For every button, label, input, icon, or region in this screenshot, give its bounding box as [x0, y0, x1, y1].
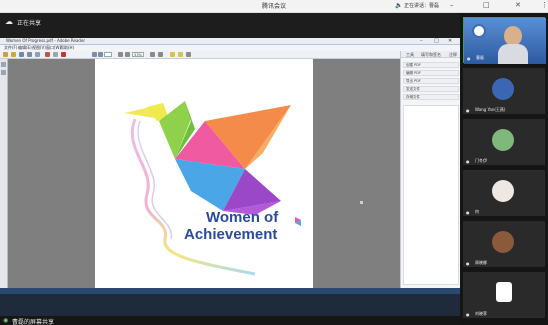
ribbon-shape-2: [137, 120, 172, 240]
share-status-label[interactable]: 正在共享: [17, 18, 41, 27]
mic-icon: ●: [466, 210, 470, 215]
comment-icon[interactable]: [178, 52, 183, 57]
participant-tile[interactable]: ● 曹磊: [463, 17, 546, 64]
participant-name: Wang Yan(王燕): [475, 107, 506, 112]
app-title: 腾讯会议: [261, 3, 286, 10]
status-text: 曹磊的屏幕共享: [12, 319, 55, 325]
zoom-field[interactable]: 53%: [132, 52, 144, 57]
prev-page-icon[interactable]: [92, 52, 97, 57]
reader-titlebar: Women Of Progress.pdf - Adobe Reader – □…: [0, 38, 460, 45]
mic-icon: ●: [466, 261, 470, 266]
women-of-achievement-logo: [124, 101, 301, 276]
sign-icon[interactable]: [61, 52, 66, 57]
panel-edit-pdf[interactable]: 编辑 PDF: [403, 70, 459, 76]
reader-toolbar: 53%: [0, 51, 400, 59]
print-icon[interactable]: [27, 52, 32, 57]
page-number-field[interactable]: [104, 52, 112, 57]
highlight-icon[interactable]: [170, 52, 175, 57]
mouse-cursor: [360, 201, 363, 204]
reader-minimize-icon[interactable]: –: [420, 38, 423, 44]
next-page-icon[interactable]: [98, 52, 103, 57]
speaker-icon: 🔈: [395, 2, 403, 9]
mic-icon: ●: [467, 56, 471, 61]
doc-title-line1: Women of: [206, 209, 279, 226]
document-pane[interactable]: Women of Achievement: [9, 59, 400, 288]
app-titlebar: 腾讯会议 🔈 正在讲话：曹磊 – □ ✕ ⋮: [0, 0, 548, 13]
reader-close-icon[interactable]: ✕: [448, 38, 452, 44]
minimize-icon[interactable]: –: [450, 1, 454, 9]
create-pdf-icon[interactable]: [45, 52, 50, 57]
participant-name: 门冬伊: [475, 158, 487, 163]
tools-tabs: 工具 填写和签名 注释: [401, 51, 461, 58]
fit-page-icon[interactable]: [150, 52, 155, 57]
close-icon[interactable]: ✕: [515, 1, 521, 9]
email-icon[interactable]: [35, 52, 40, 57]
maximize-icon[interactable]: □: [483, 1, 490, 9]
shirt-shape: [498, 44, 528, 64]
tools-panel-body: [403, 105, 459, 285]
read-mode-icon[interactable]: [186, 52, 191, 57]
reader-maximize-icon[interactable]: □: [434, 38, 439, 44]
meeting-window: 腾讯会议 🔈 正在讲话：曹磊 – □ ✕ ⋮ ☁ 正在共享 Women Of P…: [0, 0, 548, 325]
participant-name: 周晓娜: [475, 260, 487, 265]
more-icon[interactable]: ⋮: [541, 1, 548, 9]
tab-fill-sign[interactable]: 填写和签名: [421, 52, 441, 58]
pdf-page: Women of Achievement: [95, 59, 313, 288]
speaking-name: 曹磊: [429, 3, 440, 9]
tab-comment[interactable]: 注释: [449, 52, 457, 58]
taskbar-region: [0, 288, 460, 316]
participant-tile[interactable]: ● Wang Yan(王燕): [463, 68, 545, 114]
participant-name: 曹磊: [476, 55, 484, 60]
mic-icon: ●: [466, 312, 470, 317]
reader-side-nav: [0, 59, 8, 288]
participant-tile[interactable]: ● 周晓娜: [463, 221, 545, 267]
doc-title-line2: Achievement: [184, 226, 278, 243]
face-avatar: [504, 26, 522, 46]
speaking-indicator: 正在讲话：曹磊: [404, 2, 439, 9]
cloud-icon: ☁: [5, 17, 13, 26]
tab-tools[interactable]: 工具: [406, 52, 414, 58]
participant-tile[interactable]: ● 门冬伊: [463, 119, 545, 165]
pages-panel-icon[interactable]: [1, 62, 6, 67]
taskbar-highlight: [0, 288, 460, 294]
save-icon[interactable]: [19, 52, 24, 57]
participant-name: 何: [475, 209, 479, 214]
avatar: [492, 180, 514, 202]
badge-icon: [472, 24, 486, 38]
panel-send-files[interactable]: 发送文件: [403, 86, 459, 92]
avatar: [492, 129, 514, 151]
participant-tile[interactable]: ● 何: [463, 170, 545, 216]
reader-tools-pane: 工具 填写和签名 注释 创建 PDF 编辑 PDF 导出 PDF 发送文件 存储…: [400, 51, 461, 288]
open-icon[interactable]: [3, 52, 8, 57]
share-icon[interactable]: [53, 52, 58, 57]
participant-tile[interactable]: ● 刘晓菲: [463, 272, 545, 318]
meeting-topbar: ☁ 正在共享: [0, 13, 460, 38]
mic-icon: ●: [466, 159, 470, 164]
speaking-prefix: 正在讲话：: [404, 3, 430, 9]
folder-icon[interactable]: [11, 52, 16, 57]
zoom-out-icon[interactable]: [118, 52, 123, 57]
participant-name: 刘晓菲: [475, 311, 487, 316]
panel-create-pdf[interactable]: 创建 PDF: [403, 62, 459, 68]
participants-column: ● 曹磊 ● Wang Yan(王燕) ● 门冬伊 ● 何 ● 周晓娜 ● 刘晓…: [460, 13, 548, 325]
shared-screen: Women Of Progress.pdf - Adobe Reader – □…: [0, 38, 461, 325]
zoom-in-icon[interactable]: [125, 52, 130, 57]
avatar: [492, 78, 514, 100]
panel-export-pdf[interactable]: 导出 PDF: [403, 78, 459, 84]
reader-title: Women Of Progress.pdf - Adobe Reader: [6, 38, 86, 43]
fit-width-icon[interactable]: [158, 52, 163, 57]
status-bar: ◉ 曹磊的屏幕共享: [0, 316, 460, 325]
share-status-icon: ◉: [3, 317, 9, 324]
avatar: [496, 282, 512, 302]
bookmarks-panel-icon[interactable]: [1, 70, 6, 75]
mic-icon: ●: [466, 108, 470, 113]
panel-store-files[interactable]: 存储文件: [403, 94, 459, 100]
avatar: [492, 231, 514, 253]
